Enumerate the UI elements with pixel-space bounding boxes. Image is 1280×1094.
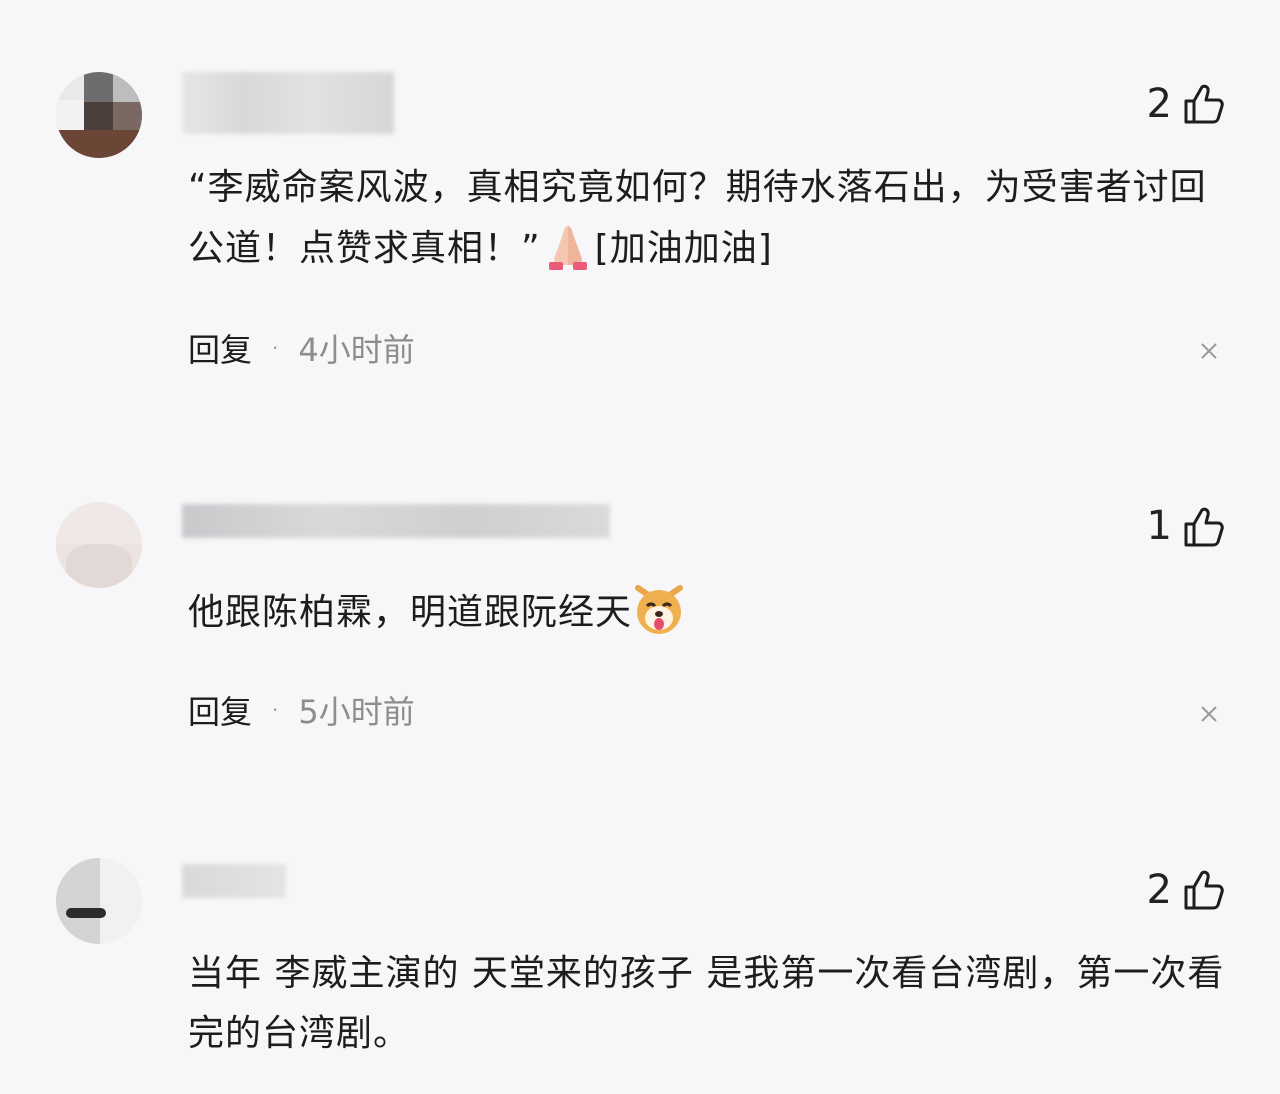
avatar[interactable] <box>56 72 142 158</box>
thumbs-up-icon[interactable] <box>1182 505 1226 549</box>
comment-text: “李威命案风波，真相究竟如何？期待水落石出，为受害者讨回公道！点赞求真相！” [… <box>188 158 1238 279</box>
avatar[interactable] <box>56 502 142 588</box>
thumbs-up-icon[interactable] <box>1182 868 1226 912</box>
timestamp: 5小时前 <box>298 693 415 731</box>
close-icon[interactable] <box>1200 342 1218 360</box>
comment-text: 当年 李威主演的 天堂来的孩子 是我第一次看台湾剧，第一次看完的台湾剧。 <box>188 944 1238 1064</box>
reply-button[interactable]: 回复 <box>188 693 252 731</box>
dog-face-tongue-icon <box>635 585 684 634</box>
comment-sticker-text: [加油加油] <box>594 228 773 269</box>
folded-hands-icon <box>548 226 587 270</box>
separator-dot: · <box>272 698 279 722</box>
thumbs-up-icon[interactable] <box>1182 82 1226 126</box>
like-count: 1 <box>1146 503 1172 549</box>
comment-body: 他跟陈柏霖，明道跟阮经天 <box>188 592 633 633</box>
username-blurred[interactable] <box>182 72 394 134</box>
separator-dot: · <box>272 336 279 360</box>
like-count: 2 <box>1146 81 1172 127</box>
comment-text: 他跟陈柏霖，明道跟阮经天 <box>188 582 1238 643</box>
username-blurred[interactable] <box>182 864 286 898</box>
like-count: 2 <box>1146 867 1172 913</box>
username-blurred[interactable] <box>182 504 610 538</box>
timestamp: 4小时前 <box>298 331 415 369</box>
comment-body: 当年 李威主演的 天堂来的孩子 是我第一次看台湾剧，第一次看完的台湾剧。 <box>188 953 1225 1054</box>
comment-meta: 回复 · 5小时前 <box>188 690 415 732</box>
comment-meta: 回复 · 4小时前 <box>188 328 415 370</box>
avatar[interactable] <box>56 858 142 944</box>
reply-button[interactable]: 回复 <box>188 331 252 369</box>
close-icon[interactable] <box>1200 705 1218 723</box>
